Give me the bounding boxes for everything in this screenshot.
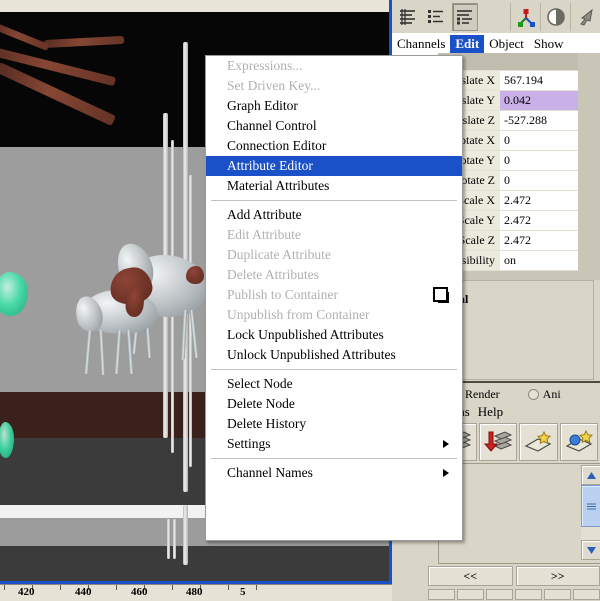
- export-layers-icon[interactable]: [479, 423, 518, 461]
- timeline-label: 480: [186, 586, 203, 598]
- menu-object[interactable]: Object: [484, 35, 529, 53]
- channel-box-menubar: Channels Edit Object Show: [392, 33, 600, 55]
- menu-item-delete-node[interactable]: Delete Node: [206, 394, 462, 414]
- menu-separator: [211, 369, 457, 370]
- timeline-tick: [60, 585, 61, 590]
- edit-context-menu[interactable]: Expressions... Set Driven Key... Graph E…: [205, 55, 463, 541]
- scroll-down-arrow-icon[interactable]: [581, 540, 600, 560]
- scroll-up-arrow-icon[interactable]: [581, 465, 600, 485]
- menu-item-connection-editor[interactable]: Connection Editor: [206, 136, 462, 156]
- menu-separator: [211, 200, 457, 201]
- timeline-label: 460: [131, 586, 148, 598]
- timeline-ruler[interactable]: 420 440 460 480 5: [0, 584, 392, 601]
- range-nav-row: << >>: [428, 566, 600, 586]
- channel-box-list-icon[interactable]: [424, 4, 448, 30]
- viewport-floor-band-5: [0, 546, 392, 584]
- channel-value[interactable]: 0: [500, 171, 578, 190]
- menu-item-unlock-unpublished-attributes[interactable]: Unlock Unpublished Attributes: [206, 345, 462, 365]
- timeline-tick: [172, 585, 173, 590]
- timeline-tick: [116, 585, 117, 590]
- menu-item-graph-editor[interactable]: Graph Editor: [206, 96, 462, 116]
- menu-help[interactable]: Help: [478, 404, 503, 420]
- menu-item-channel-names[interactable]: Channel Names: [206, 463, 462, 483]
- bottom-shelf-row: [428, 589, 600, 600]
- timeline-label: 5: [240, 586, 246, 598]
- channel-value[interactable]: 2.472: [500, 211, 578, 230]
- channel-box-layout-icon[interactable]: [396, 4, 420, 30]
- new-layer-from-selected-icon[interactable]: [560, 423, 599, 461]
- menu-item-delete-history[interactable]: Delete History: [206, 414, 462, 434]
- channel-value[interactable]: 0: [500, 151, 578, 170]
- shelf-button[interactable]: [457, 589, 484, 600]
- menu-item-label: Settings: [227, 436, 271, 451]
- menu-edit[interactable]: Edit: [450, 35, 484, 53]
- menu-item-lock-unpublished-attributes[interactable]: Lock Unpublished Attributes: [206, 325, 462, 345]
- next-button[interactable]: >>: [516, 566, 600, 586]
- new-layer-icon[interactable]: [519, 423, 558, 461]
- timeline-label: 420: [18, 586, 35, 598]
- move-manipulator-icon[interactable]: [510, 3, 540, 31]
- menu-item-label: Publish to Container: [227, 287, 338, 302]
- channel-box-right-fill: [578, 53, 600, 280]
- channel-value[interactable]: -527.288: [500, 111, 578, 130]
- menu-item-unpublish-from-container[interactable]: Unpublish from Container: [206, 305, 462, 325]
- anim-radio-label: Ani: [543, 387, 561, 402]
- menu-item-expressions[interactable]: Expressions...: [206, 56, 462, 76]
- chevron-right-icon: [443, 469, 449, 477]
- channel-value[interactable]: 0.042: [500, 91, 578, 110]
- menu-item-edit-attribute[interactable]: Edit Attribute: [206, 225, 462, 245]
- menu-item-settings[interactable]: Settings: [206, 434, 462, 454]
- menu-item-channel-control[interactable]: Channel Control: [206, 116, 462, 136]
- menu-item-duplicate-attribute[interactable]: Duplicate Attribute: [206, 245, 462, 265]
- menu-item-publish-to-container[interactable]: Publish to Container: [206, 285, 462, 305]
- menu-item-set-driven-key[interactable]: Set Driven Key...: [206, 76, 462, 96]
- shelf-button[interactable]: [573, 589, 600, 600]
- arrow-select-icon[interactable]: [570, 3, 600, 31]
- anim-radio[interactable]: [528, 389, 539, 400]
- menu-show[interactable]: Show: [529, 35, 569, 53]
- menu-item-attribute-editor[interactable]: Attribute Editor: [206, 156, 462, 176]
- menu-separator: [211, 458, 457, 459]
- channel-box-toolbar: [392, 0, 600, 33]
- menu-item-select-node[interactable]: Select Node: [206, 374, 462, 394]
- channel-value[interactable]: 2.472: [500, 191, 578, 210]
- channel-value[interactable]: 0: [500, 131, 578, 150]
- render-radio-label: Render: [465, 387, 500, 402]
- attribute-editor-layout-icon[interactable]: [452, 3, 478, 31]
- timeline-label: 440: [75, 586, 92, 598]
- timeline-tick: [4, 585, 5, 590]
- shelf-button[interactable]: [486, 589, 513, 600]
- carousel-pole: [167, 519, 170, 559]
- menu-item-label: Channel Names: [227, 465, 313, 480]
- chevron-right-icon: [443, 440, 449, 448]
- tear-off-icon[interactable]: [433, 287, 448, 302]
- shelf-button[interactable]: [428, 589, 455, 600]
- channel-value[interactable]: 567.194: [500, 71, 578, 90]
- menu-channels[interactable]: Channels: [392, 35, 450, 53]
- previous-button[interactable]: <<: [428, 566, 513, 586]
- viewport-top-strip: [0, 0, 392, 12]
- menu-item-material-attributes[interactable]: Material Attributes: [206, 176, 462, 196]
- menu-item-delete-attributes[interactable]: Delete Attributes: [206, 265, 462, 285]
- scrollbar-thumb[interactable]: [581, 485, 600, 527]
- shelf-button[interactable]: [515, 589, 542, 600]
- channel-value[interactable]: 2.472: [500, 231, 578, 250]
- channel-value[interactable]: on: [500, 251, 578, 270]
- layer-list-scrollbar[interactable]: [581, 465, 600, 560]
- shelf-button[interactable]: [544, 589, 571, 600]
- horse-saddle: [186, 266, 204, 284]
- timeline-tick: [228, 585, 229, 590]
- carousel-pole: [173, 519, 176, 559]
- timeline-tick: [256, 585, 257, 590]
- shading-toggle-icon[interactable]: [540, 3, 570, 31]
- carousel-pole: [183, 505, 188, 565]
- menu-item-add-attribute[interactable]: Add Attribute: [206, 205, 462, 225]
